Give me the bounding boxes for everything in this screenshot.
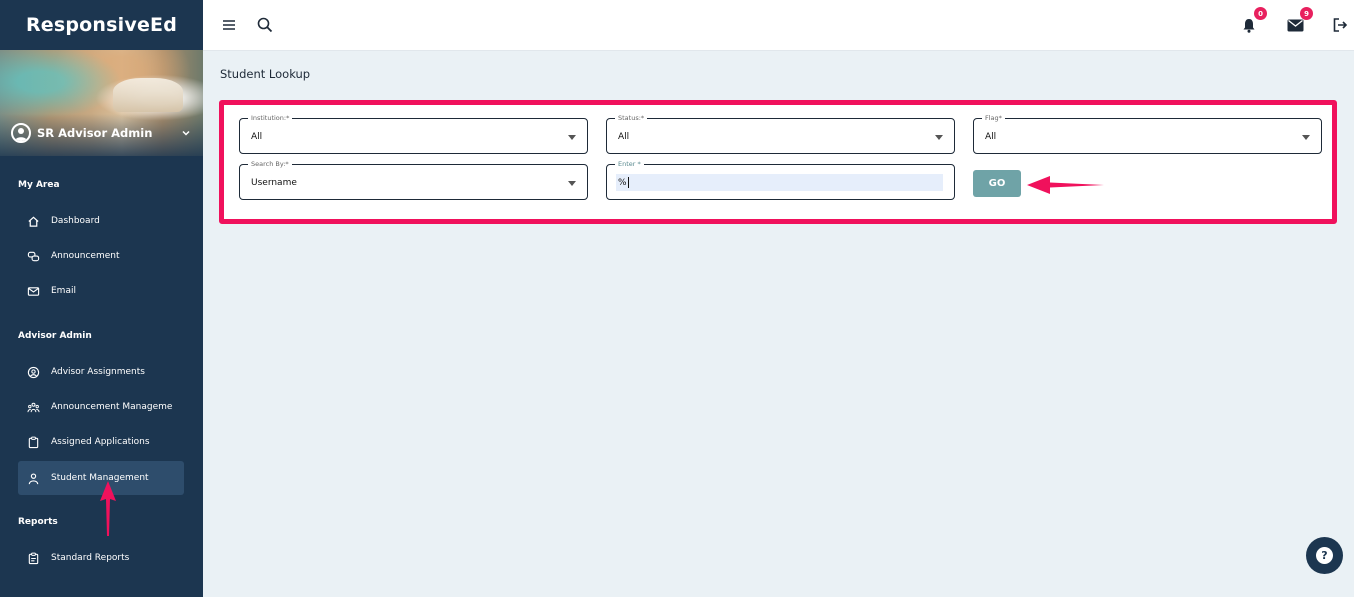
sidebar-item-announcement[interactable]: Announcement <box>18 239 184 273</box>
group-icon <box>26 400 40 414</box>
brand-logo[interactable]: ResponsiveEd <box>0 0 203 50</box>
status-select[interactable]: Status:* All <box>606 113 955 154</box>
sidebar-item-assigned-applications[interactable]: Assigned Applications <box>18 425 184 459</box>
question-mark-icon: ? <box>1316 547 1333 564</box>
user-name: SR Advisor Admin <box>37 126 153 140</box>
clipboard-icon <box>26 435 40 449</box>
text-cursor <box>627 177 629 188</box>
student-lookup-form: Institution:* All Status:* All Flag* All… <box>219 100 1337 224</box>
avatar-icon <box>11 123 31 143</box>
sidebar-banner-image: SR Advisor Admin <box>0 50 203 156</box>
search-icon[interactable] <box>254 14 276 36</box>
sidebar-item-standard-reports[interactable]: Standard Reports <box>18 541 184 575</box>
user-menu[interactable]: SR Advisor Admin <box>0 122 203 144</box>
institution-select[interactable]: Institution:* All <box>239 113 588 154</box>
sidebar: ResponsiveEd SR Advisor Admin My Area Da… <box>0 0 203 597</box>
messages-mail-icon[interactable]: 9 <box>1284 7 1313 36</box>
user-icon <box>26 471 40 485</box>
chat-bubbles-icon <box>26 249 40 263</box>
home-icon <box>26 214 40 228</box>
messages-badge: 9 <box>1300 7 1313 20</box>
enter-search-input[interactable]: Enter * % <box>606 159 955 200</box>
section-reports: Reports <box>18 517 58 527</box>
help-button[interactable]: ? <box>1306 537 1343 574</box>
page-title: Student Lookup <box>220 67 311 81</box>
notifications-badge: 0 <box>1254 7 1267 20</box>
dropdown-caret-icon <box>1302 135 1310 140</box>
sidebar-item-dashboard[interactable]: Dashboard <box>18 204 184 238</box>
top-bar: 0 9 <box>203 0 1354 51</box>
section-my-area: My Area <box>18 180 60 190</box>
notifications-bell-icon[interactable]: 0 <box>1238 7 1267 36</box>
logout-icon[interactable] <box>1329 14 1351 36</box>
dropdown-caret-icon <box>568 135 576 140</box>
mail-icon <box>26 284 40 298</box>
go-button[interactable]: GO <box>973 170 1021 197</box>
flag-select[interactable]: Flag* All <box>973 113 1322 154</box>
menu-icon[interactable] <box>218 14 240 36</box>
sidebar-item-email[interactable]: Email <box>18 274 184 308</box>
book-image <box>113 78 183 112</box>
dropdown-caret-icon <box>568 181 576 186</box>
user-circle-icon <box>26 365 40 379</box>
sidebar-item-advisor-assignments[interactable]: Advisor Assignments <box>18 355 184 389</box>
dropdown-caret-icon <box>935 135 943 140</box>
report-clipboard-icon <box>26 551 40 565</box>
sidebar-item-announcement-management[interactable]: Announcement Manageme <box>18 390 184 424</box>
section-advisor-admin: Advisor Admin <box>18 331 92 341</box>
enter-input-value: % <box>618 178 627 188</box>
sidebar-item-student-management[interactable]: Student Management <box>18 461 184 495</box>
chevron-down-icon[interactable] <box>181 128 191 138</box>
search-by-select[interactable]: Search By:* Username <box>239 159 588 200</box>
